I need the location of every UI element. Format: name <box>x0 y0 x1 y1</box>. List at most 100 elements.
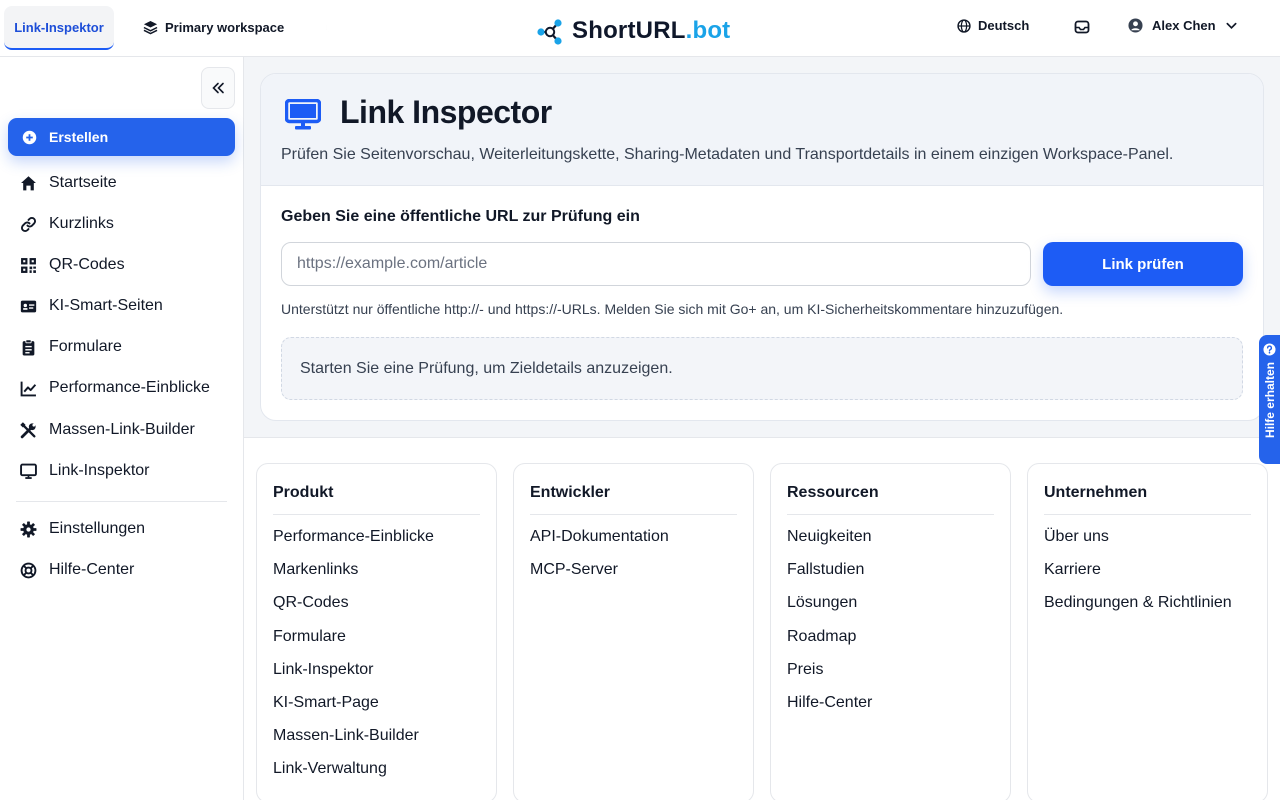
url-input[interactable] <box>281 242 1031 286</box>
empty-state-text: Starten Sie eine Prüfung, um Zieldetails… <box>300 359 673 377</box>
help-tab[interactable]: Hilfe erhalten <box>1259 335 1280 464</box>
footer-column-title: Ressourcen <box>787 484 879 501</box>
collapse-sidebar-button[interactable] <box>201 67 235 109</box>
footer-link[interactable]: Roadmap <box>787 626 872 659</box>
link-inspector-card: Link Inspector Prüfen Sie Seitenvorschau… <box>260 73 1264 421</box>
footer-link[interactable]: Markenlinks <box>273 559 434 592</box>
footer-link-list: Über uns Karriere Bedingungen & Richtlin… <box>1044 526 1232 626</box>
footer-column-title: Entwickler <box>530 484 611 501</box>
sidebar-item-startseite[interactable]: Startseite <box>20 171 117 195</box>
language-selector[interactable]: Deutsch <box>957 18 1029 33</box>
sidebar-item-label: Hilfe-Center <box>49 561 135 578</box>
user-circle-icon <box>1128 18 1143 33</box>
footer-link[interactable]: Formulare <box>273 626 434 659</box>
footer-link[interactable]: Massen-Link-Builder <box>273 725 434 758</box>
sidebar: Erstellen Startseite Kurzlinks QR-Codes … <box>0 57 244 800</box>
sidebar-item-massen-link-builder[interactable]: Massen-Link-Builder <box>20 418 195 442</box>
language-label: Deutsch <box>978 18 1030 33</box>
sidebar-item-label: QR-Codes <box>49 256 125 273</box>
monitor-icon <box>20 463 37 479</box>
lifebuoy-icon <box>20 562 37 578</box>
sidebar-item-hilfe-center[interactable]: Hilfe-Center <box>20 558 134 582</box>
plus-circle-icon <box>22 130 37 144</box>
brand-logo[interactable]: ShortURL.bot <box>536 14 730 48</box>
user-menu[interactable]: Alex Chen <box>1128 18 1238 33</box>
page-title: Link Inspector <box>340 94 552 130</box>
sidebar-divider <box>16 501 227 502</box>
footer-link[interactable]: Neuigkeiten <box>787 526 872 559</box>
sidebar-item-label: Performance-Einblicke <box>49 379 210 396</box>
footer-link[interactable]: Link-Inspektor <box>273 659 434 692</box>
user-name: Alex Chen <box>1152 18 1216 33</box>
sidebar-item-ki-smart-seiten[interactable]: KI-Smart-Seiten <box>20 294 163 318</box>
top-bar: Link-Inspektor Primary workspace ShortUR… <box>0 0 1280 57</box>
footer-link[interactable]: Preis <box>787 659 872 692</box>
share-nodes-icon <box>537 19 562 45</box>
footer-column-divider <box>787 514 994 515</box>
brand-name: ShortURL.bot <box>572 17 730 45</box>
footer-column-ressourcen: Ressourcen Neuigkeiten Fallstudien Lösun… <box>770 463 1011 800</box>
footer: Produkt Performance-Einblicke Markenlink… <box>244 437 1280 800</box>
brand-name-accent: .bot <box>685 17 731 44</box>
footer-link-list: API-Dokumentation MCP-Server <box>530 526 669 592</box>
footer-column-divider <box>1044 514 1251 515</box>
sidebar-item-kurzlinks[interactable]: Kurzlinks <box>20 212 114 236</box>
moon-icon[interactable] <box>322 17 342 37</box>
footer-link[interactable]: Hilfe-Center <box>787 692 872 725</box>
chevron-down-icon <box>1226 22 1237 30</box>
footer-column-title: Unternehmen <box>1044 484 1148 501</box>
sidebar-item-label: KI-Smart-Seiten <box>49 297 163 314</box>
link-icon <box>20 216 37 232</box>
footer-link[interactable]: Link-Verwaltung <box>273 758 434 791</box>
sidebar-item-formulare[interactable]: Formulare <box>20 335 122 359</box>
footer-link[interactable]: Über uns <box>1044 526 1232 559</box>
footer-column-entwickler: Entwickler API-Dokumentation MCP-Server <box>513 463 754 800</box>
inbox-icon[interactable] <box>1074 19 1090 35</box>
globe-icon <box>957 18 971 33</box>
layers-icon <box>143 20 158 34</box>
page-subtitle: Prüfen Sie Seitenvorschau, Weiterleitung… <box>281 146 1174 163</box>
workspace-switcher[interactable]: Primary workspace <box>143 17 284 37</box>
sidebar-item-link-inspektor[interactable]: Link-Inspektor <box>20 459 150 483</box>
footer-link[interactable]: API-Dokumentation <box>530 526 669 559</box>
url-field-label: Geben Sie eine öffentliche URL zur Prüfu… <box>281 208 640 225</box>
footer-column-divider <box>530 514 737 515</box>
sidebar-item-label: Startseite <box>49 174 117 191</box>
footer-column-produkt: Produkt Performance-Einblicke Markenlink… <box>256 463 497 800</box>
check-link-button[interactable]: Link prüfen <box>1043 242 1243 286</box>
sidebar-item-label: Kurzlinks <box>49 215 114 232</box>
create-button[interactable]: Erstellen <box>8 118 235 156</box>
home-icon <box>21 175 36 190</box>
sidebar-item-label: Formulare <box>49 338 122 355</box>
sidebar-item-qr-codes[interactable]: QR-Codes <box>20 253 125 277</box>
id-card-icon <box>20 300 37 312</box>
sidebar-item-label: Link-Inspektor <box>49 462 150 479</box>
workspace-label: Primary workspace <box>165 19 285 35</box>
tools-icon <box>20 421 36 438</box>
footer-link-list: Performance-Einblicke Markenlinks QR-Cod… <box>273 526 434 792</box>
url-hint: Unterstützt nur öffentliche http://- und… <box>281 301 1064 317</box>
help-tab-label: Hilfe erhalten <box>1262 362 1277 439</box>
footer-link[interactable]: Lösungen <box>787 592 872 625</box>
qr-code-icon <box>21 257 36 273</box>
chevrons-left-icon <box>212 82 224 94</box>
footer-link[interactable]: Fallstudien <box>787 559 872 592</box>
create-label: Erstellen <box>49 129 109 145</box>
sidebar-item-performance-einblicke[interactable]: Performance-Einblicke <box>20 376 210 400</box>
footer-column-unternehmen: Unternehmen Über uns Karriere Bedingunge… <box>1027 463 1268 800</box>
footer-link[interactable]: KI-Smart-Page <box>273 692 434 725</box>
sidebar-item-einstellungen[interactable]: Einstellungen <box>20 517 145 541</box>
result-empty-state: Starten Sie eine Prüfung, um Zieldetails… <box>281 337 1243 400</box>
footer-link[interactable]: Performance-Einblicke <box>273 526 434 559</box>
clipboard-icon <box>22 338 35 355</box>
tab-link-inspektor[interactable]: Link-Inspektor <box>4 6 114 50</box>
help-circle-icon <box>1263 343 1276 356</box>
brand-name-main: ShortURL <box>572 17 686 44</box>
footer-link-list: Neuigkeiten Fallstudien Lösungen Roadmap… <box>787 526 872 725</box>
sidebar-item-label: Einstellungen <box>49 520 146 537</box>
footer-link[interactable]: MCP-Server <box>530 559 669 592</box>
footer-link[interactable]: QR-Codes <box>273 592 434 625</box>
footer-link[interactable]: Bedingungen & Richtlinien <box>1044 592 1232 625</box>
footer-link[interactable]: Karriere <box>1044 559 1232 592</box>
sidebar-item-label: Massen-Link-Builder <box>49 421 195 438</box>
